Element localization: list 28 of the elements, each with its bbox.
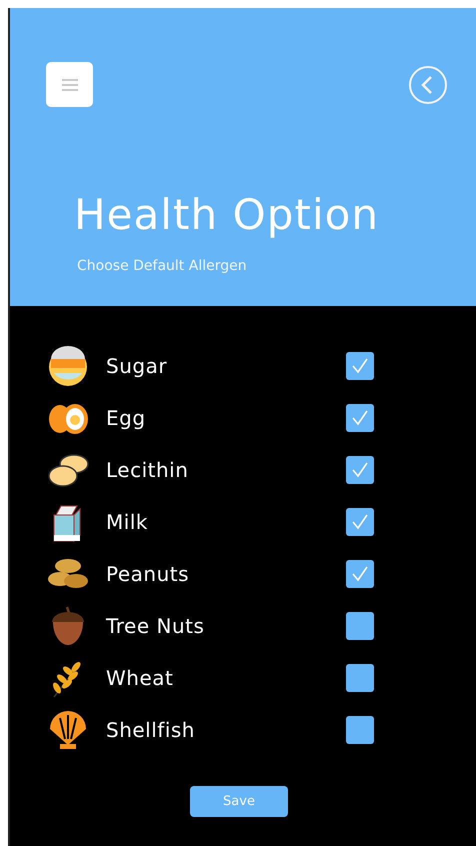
checkmark-icon (351, 566, 369, 582)
checkbox[interactable] (346, 612, 374, 640)
checkbox[interactable] (346, 716, 374, 744)
checkbox[interactable] (346, 560, 374, 588)
checkbox[interactable] (346, 352, 374, 380)
sugar-bag-icon (46, 345, 90, 387)
allergen-label: Sugar (106, 353, 168, 380)
menu-icon (60, 78, 78, 92)
allergen-label: Wheat (106, 665, 174, 692)
checkmark-icon (351, 462, 369, 478)
checkbox[interactable] (346, 508, 374, 536)
allergen-label: Milk (106, 509, 149, 536)
back-icon[interactable] (408, 64, 448, 104)
page-subtitle: Choose Default Allergen (77, 257, 248, 276)
menu-button[interactable] (46, 62, 93, 107)
checkmark-icon (351, 358, 369, 374)
checkmark-icon (351, 410, 369, 426)
checkbox[interactable] (346, 404, 374, 432)
allergen-label: Egg (106, 405, 147, 432)
page-title: Health Option (74, 194, 380, 236)
allergen-label: Shellfish (106, 717, 196, 744)
allergen-label: Tree Nuts (106, 613, 206, 640)
save-button[interactable]: Save (190, 786, 288, 817)
checkbox[interactable] (346, 456, 374, 484)
checkmark-icon (351, 514, 369, 530)
allergen-label: Lecithin (106, 457, 190, 484)
allergen-label: Peanuts (106, 561, 190, 588)
checkbox[interactable] (346, 664, 374, 692)
